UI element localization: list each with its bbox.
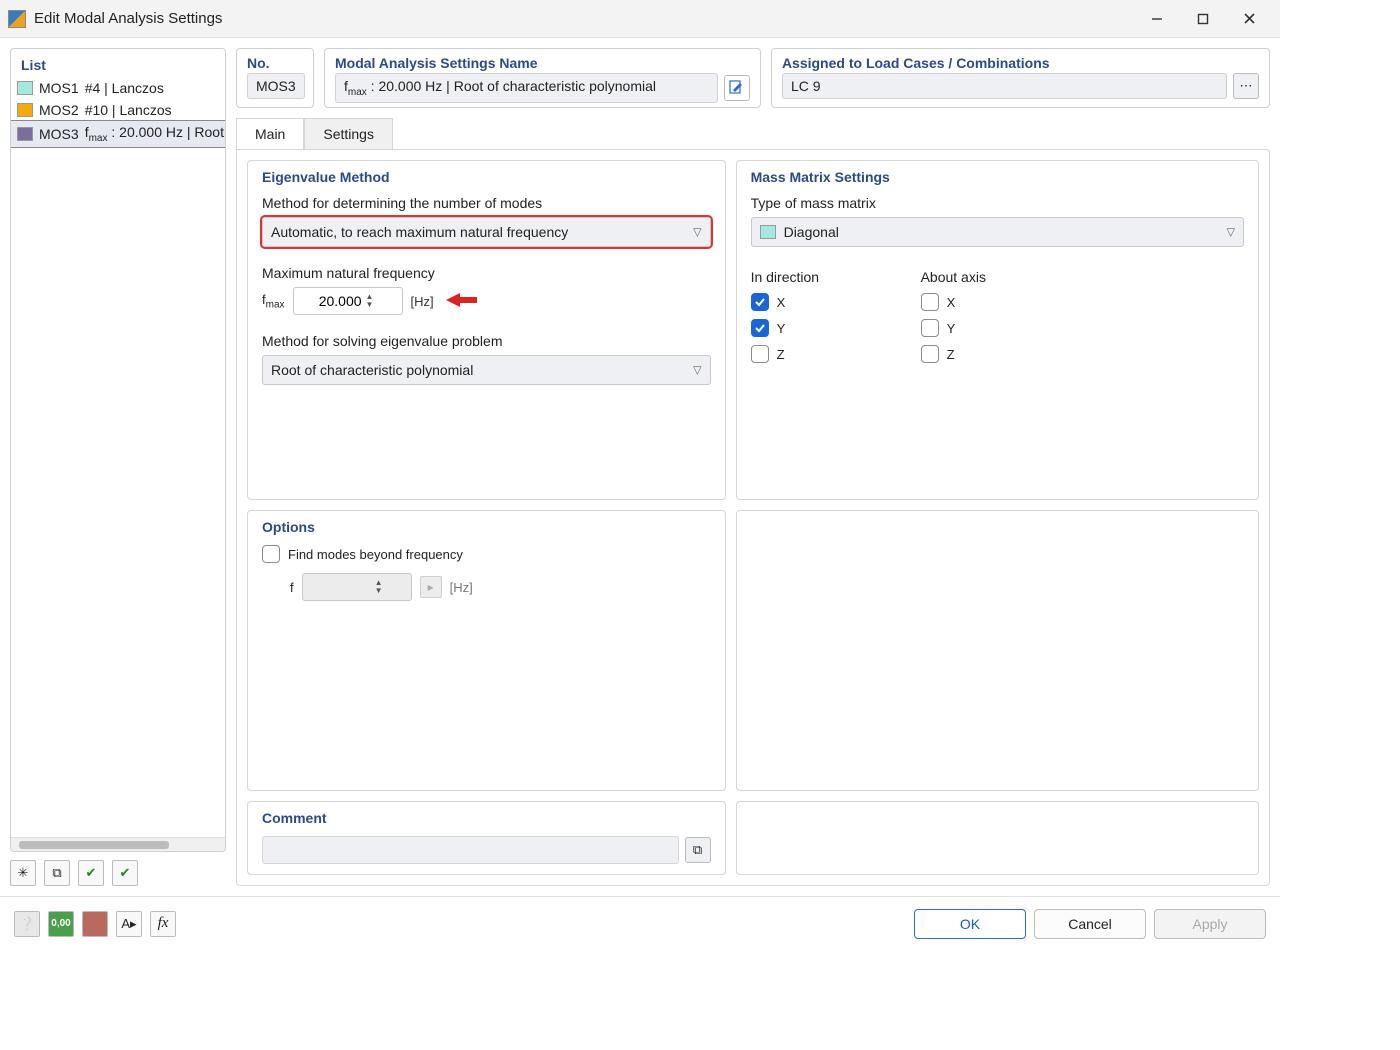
dir-x-checkbox[interactable] xyxy=(751,293,769,311)
function-button[interactable]: fx xyxy=(150,911,176,937)
no-field[interactable]: MOS3 xyxy=(247,73,305,99)
copy-item-button[interactable]: ⧉ xyxy=(44,860,70,886)
tab-main[interactable]: Main xyxy=(236,118,304,150)
apply-button[interactable]: Apply xyxy=(1154,909,1266,939)
color-swatch xyxy=(17,103,33,117)
check-button-2[interactable]: ✔ xyxy=(112,860,138,886)
blank-panel-1 xyxy=(736,510,1259,791)
comment-picker-button[interactable]: ⧉ xyxy=(685,837,711,863)
calc-button[interactable]: A▸ xyxy=(116,911,142,937)
axis-y-checkbox[interactable] xyxy=(921,319,939,337)
type-swatch xyxy=(760,225,776,239)
method-modes-select[interactable]: Automatic, to reach maximum natural freq… xyxy=(262,217,711,247)
new-item-button[interactable]: ✳ xyxy=(10,860,36,886)
chevron-down-icon: ▽ xyxy=(693,364,701,377)
edit-name-button[interactable] xyxy=(724,75,750,101)
app-icon xyxy=(8,10,26,28)
list-item[interactable]: MOS1 #4 | Lanczos xyxy=(11,77,225,99)
list-item[interactable]: MOS3 fmax : 20.000 Hz | Root of characte… xyxy=(11,121,225,147)
list-header: List xyxy=(11,49,225,77)
bottom-bar: ❔ 0,00 A▸ fx OK Cancel Apply xyxy=(0,896,1280,950)
chevron-down-icon: ▽ xyxy=(1227,226,1235,239)
dir-y-checkbox[interactable] xyxy=(751,319,769,337)
titlebar: Edit Modal Analysis Settings xyxy=(0,0,1280,38)
annotation-arrow-icon xyxy=(444,291,478,312)
axis-x-checkbox[interactable] xyxy=(921,293,939,311)
chevron-down-icon: ▽ xyxy=(693,226,701,239)
color-swatch xyxy=(17,127,33,141)
horizontal-scrollbar[interactable] xyxy=(11,837,225,851)
color-swatch xyxy=(17,81,33,95)
cancel-button[interactable]: Cancel xyxy=(1034,909,1146,939)
name-field[interactable]: fmax : 20.000 Hz | Root of characteristi… xyxy=(335,73,718,103)
options-section: Options Find modes beyond frequency f ▲▼ xyxy=(247,510,726,791)
mass-type-select[interactable]: Diagonal ▽ xyxy=(751,217,1244,247)
name-label: Modal Analysis Settings Name xyxy=(325,49,760,73)
list-item[interactable]: MOS2 #10 | Lanczos xyxy=(11,99,225,121)
f-beyond-picker: ▸ xyxy=(420,576,442,598)
close-button[interactable] xyxy=(1226,3,1272,35)
minimize-button[interactable] xyxy=(1134,3,1180,35)
fmax-input[interactable]: ▲▼ xyxy=(293,287,403,315)
help-button[interactable]: ❔ xyxy=(14,911,40,937)
maximize-button[interactable] xyxy=(1180,3,1226,35)
dir-z-checkbox[interactable] xyxy=(751,345,769,363)
comment-section: Comment ⧉ xyxy=(247,801,726,875)
find-beyond-checkbox[interactable] xyxy=(262,545,280,563)
spin-down-icon[interactable]: ▼ xyxy=(366,301,374,309)
window-title: Edit Modal Analysis Settings xyxy=(34,10,1134,27)
units-button[interactable]: 0,00 xyxy=(48,911,74,937)
mass-matrix-section: Mass Matrix Settings Type of mass matrix… xyxy=(736,160,1259,500)
eigenvalue-section: Eigenvalue Method Method for determining… xyxy=(247,160,726,500)
solve-method-select[interactable]: Root of characteristic polynomial ▽ xyxy=(262,355,711,385)
assigned-label: Assigned to Load Cases / Combinations xyxy=(772,49,1269,73)
tab-bar: Main Settings xyxy=(236,118,1270,150)
no-label: No. xyxy=(237,49,313,73)
f-beyond-input: ▲▼ xyxy=(302,573,412,601)
tab-settings[interactable]: Settings xyxy=(304,118,393,150)
axis-z-checkbox[interactable] xyxy=(921,345,939,363)
assigned-field[interactable]: LC 9 xyxy=(782,73,1227,99)
check-button-1[interactable]: ✔ xyxy=(78,860,104,886)
comment-input[interactable] xyxy=(262,836,679,864)
ok-button[interactable]: OK xyxy=(914,909,1026,939)
color-button[interactable] xyxy=(82,911,108,937)
assigned-details-button[interactable]: ⋯ xyxy=(1233,73,1259,99)
blank-panel-2 xyxy=(736,801,1259,875)
